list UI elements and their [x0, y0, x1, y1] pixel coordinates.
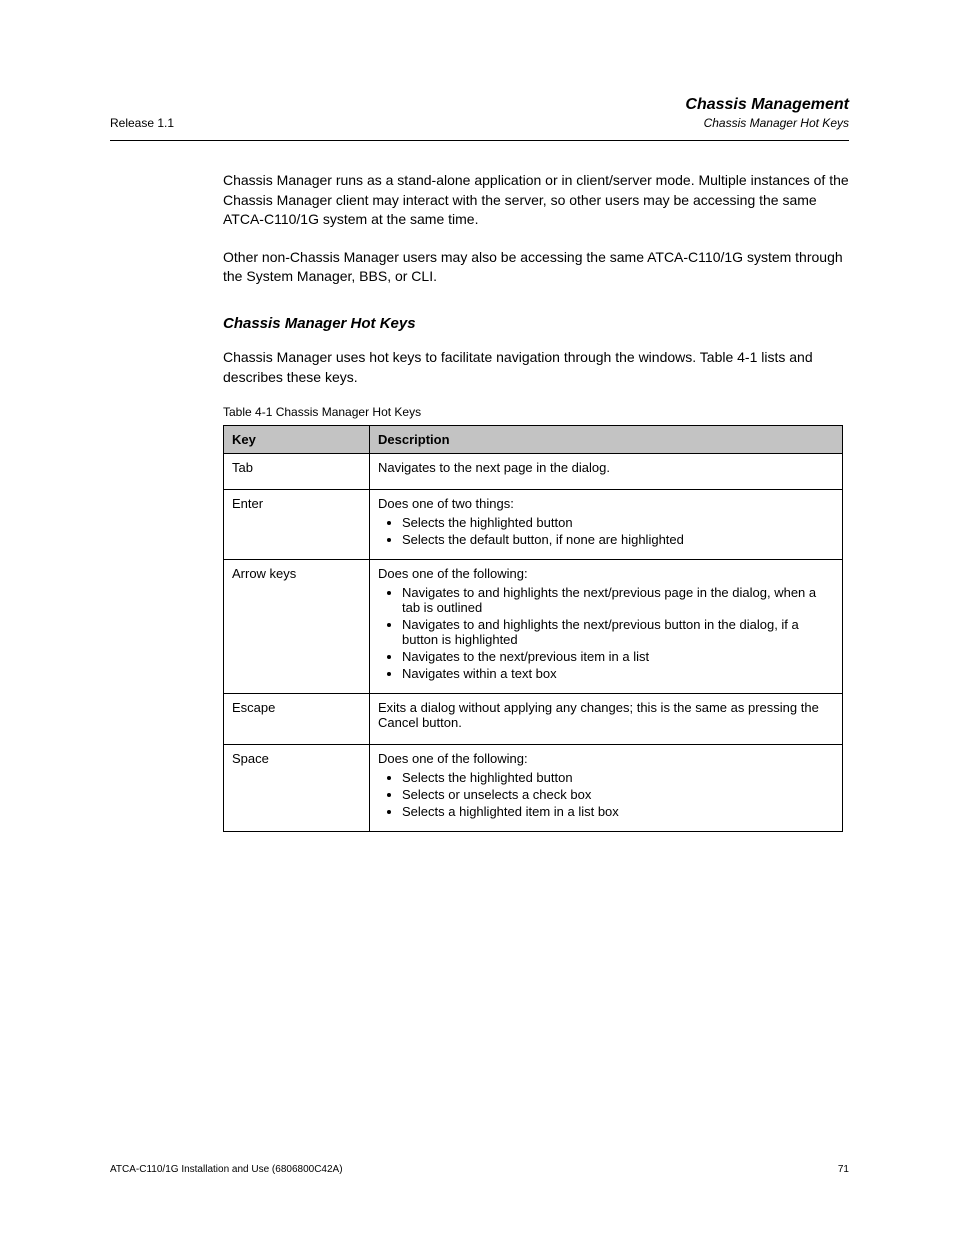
paragraph-1: Chassis Manager runs as a stand-alone ap…	[223, 171, 849, 230]
footer-left: ATCA-C110/1G Installation and Use (68068…	[110, 1164, 343, 1175]
bullet-item: Selects the default button, if none are …	[402, 532, 834, 547]
table-header-desc: Description	[370, 426, 843, 454]
page-header: Release 1.1 Chassis Management Chassis M…	[110, 100, 849, 138]
cell-title: Does one of the following:	[378, 566, 834, 581]
header-rule	[110, 140, 849, 141]
bullet-item: Navigates to and highlights the next/pre…	[402, 617, 834, 647]
header-chapter: Chassis Management	[685, 96, 849, 114]
table-row: Escape Exits a dialog without applying an…	[224, 694, 843, 745]
bullet-item: Selects the highlighted button	[402, 770, 834, 785]
cell-title: Exits a dialog without applying any chan…	[378, 700, 834, 730]
table-cell-key: Tab	[224, 454, 370, 490]
cell-bullets: Selects the highlighted button Selects th…	[378, 515, 834, 547]
bullet-item: Selects the highlighted button	[402, 515, 834, 530]
table-header-key: Key	[224, 426, 370, 454]
table-cell-key: Space	[224, 745, 370, 832]
subsection-intro: Chassis Manager uses hot keys to facilit…	[223, 348, 849, 387]
cell-title: Does one of the following:	[378, 751, 834, 766]
bullet-item: Navigates to the next/previous item in a…	[402, 649, 834, 664]
table-cell-desc: Does one of two things: Selects the highl…	[370, 490, 843, 560]
header-section: Chassis Manager Hot Keys	[685, 116, 849, 130]
table-caption: Table 4-1 Chassis Manager Hot Keys	[223, 405, 849, 419]
table-row: Tab Navigates to the next page in the dia…	[224, 454, 843, 490]
bullet-item: Selects a highlighted item in a list box	[402, 804, 834, 819]
subsection-heading: Chassis Manager Hot Keys	[223, 315, 849, 332]
bullet-item: Navigates within a text box	[402, 666, 834, 681]
page-footer: ATCA-C110/1G Installation and Use (68068…	[110, 1164, 849, 1175]
table-row: Space Does one of the following: Selects t…	[224, 745, 843, 832]
footer-right: 71	[838, 1164, 849, 1175]
cell-title: Navigates to the next page in the dialog…	[378, 460, 834, 475]
table-row: Arrow keys Does one of the following: Navi…	[224, 560, 843, 694]
cell-bullets: Selects the highlighted button Selects or…	[378, 770, 834, 819]
table-row: Enter Does one of two things: Selects the …	[224, 490, 843, 560]
hotkeys-table: Key Description Tab Navigates to the next…	[223, 425, 843, 832]
table-cell-desc: Does one of the following: Selects the hi…	[370, 745, 843, 832]
cell-title: Does one of two things:	[378, 496, 834, 511]
cell-bullets: Navigates to and highlights the next/pre…	[378, 585, 834, 681]
bullet-item: Navigates to and highlights the next/pre…	[402, 585, 834, 615]
header-right: Chassis Management Chassis Manager Hot K…	[685, 96, 849, 130]
table-cell-desc: Exits a dialog without applying any chan…	[370, 694, 843, 745]
table-cell-desc: Does one of the following: Navigates to a…	[370, 560, 843, 694]
table-cell-key: Arrow keys	[224, 560, 370, 694]
bullet-item: Selects or unselects a check box	[402, 787, 834, 802]
table-cell-key: Escape	[224, 694, 370, 745]
paragraph-2: Other non-Chassis Manager users may also…	[223, 248, 849, 287]
table-cell-key: Enter	[224, 490, 370, 560]
body-content: Chassis Manager runs as a stand-alone ap…	[223, 171, 849, 832]
header-left: Release 1.1	[110, 116, 174, 130]
table-header-row: Key Description	[224, 426, 843, 454]
table-cell-desc: Navigates to the next page in the dialog…	[370, 454, 843, 490]
